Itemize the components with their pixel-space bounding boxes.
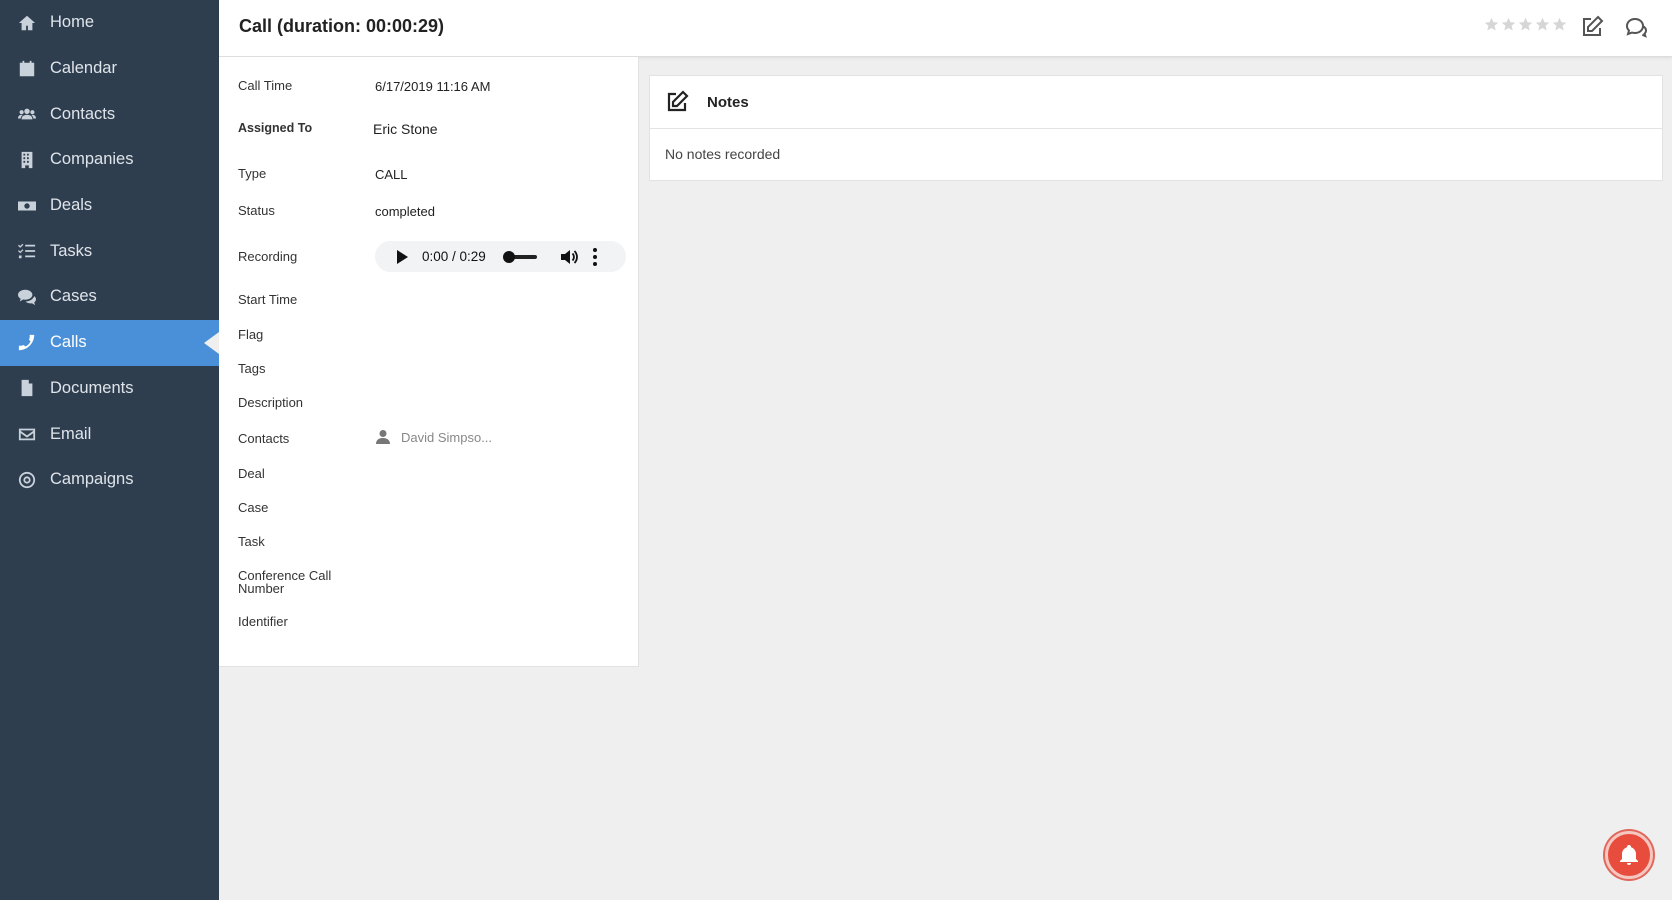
notes-empty-text: No notes recorded — [665, 146, 781, 162]
money-icon — [17, 196, 37, 216]
field-assigned-to: Assigned To Eric Stone — [238, 121, 628, 137]
home-icon — [17, 13, 37, 33]
star-icon[interactable] — [1552, 17, 1567, 32]
sidebar-item-deals[interactable]: Deals — [0, 183, 219, 229]
sidebar-item-companies[interactable]: Companies — [0, 137, 219, 183]
sidebar-item-label: Tasks — [50, 241, 93, 260]
audio-player: 0:00 / 0:29 — [375, 241, 626, 272]
field-label: Recording — [238, 249, 298, 264]
field-type: Type CALL — [238, 167, 628, 182]
sidebar-item-documents[interactable]: Documents — [0, 366, 219, 412]
field-label: Start Time — [238, 292, 298, 307]
target-icon — [17, 470, 37, 490]
sidebar-item-label: Calendar — [50, 59, 117, 78]
sidebar-item-email[interactable]: Email — [0, 411, 219, 457]
field-label: Conference Call Number — [238, 568, 332, 596]
notification-button[interactable] — [1605, 831, 1653, 879]
page-title: Call (duration: 00:00:29) — [239, 16, 445, 36]
field-conference-call-number: Conference Call Number — [238, 569, 628, 595]
notes-header: Notes — [650, 76, 1662, 129]
assigned-user[interactable]: Eric Stone — [373, 121, 438, 137]
sidebar-item-label: Email — [50, 424, 92, 443]
field-contacts: Contacts David Simpso... — [238, 429, 628, 446]
contact-name: David Simpso... — [401, 429, 493, 445]
edit-icon[interactable] — [1580, 15, 1604, 39]
star-icon[interactable] — [1484, 17, 1499, 32]
star-icon[interactable] — [1501, 17, 1516, 32]
file-icon — [17, 378, 37, 398]
field-label: Call Time — [238, 78, 293, 93]
field-flag: Flag — [238, 328, 628, 341]
header: Call (duration: 00:00:29) — [219, 0, 1672, 57]
chat-icon[interactable] — [1624, 15, 1648, 39]
sidebar-item-campaigns[interactable]: Campaigns — [0, 457, 219, 503]
field-start-time: Start Time — [238, 293, 628, 306]
seek-thumb[interactable] — [503, 250, 515, 263]
more-options-icon[interactable] — [591, 247, 599, 266]
calendar-icon — [17, 59, 37, 79]
field-description: Description — [238, 396, 628, 409]
volume-icon[interactable] — [559, 247, 579, 267]
sidebar: Home Calendar Contacts Companies Deals T… — [0, 0, 219, 900]
user-icon — [376, 430, 390, 444]
tasks-icon — [17, 241, 37, 261]
users-icon — [17, 104, 37, 124]
field-deal: Deal — [238, 467, 628, 480]
sidebar-item-label: Campaigns — [50, 470, 134, 489]
sidebar-item-tasks[interactable]: Tasks — [0, 228, 219, 274]
sidebar-item-label: Cases — [50, 287, 97, 306]
field-label: Flag — [238, 327, 264, 342]
field-tags: Tags — [238, 362, 628, 375]
building-icon — [17, 150, 37, 170]
sidebar-item-home[interactable]: Home — [0, 0, 219, 46]
rating-stars[interactable] — [1484, 17, 1567, 32]
field-value: 6/17/2019 11:16 AM — [375, 79, 491, 94]
field-label: Task — [238, 534, 265, 549]
field-label: Type — [238, 166, 267, 181]
sidebar-item-cases[interactable]: Cases — [0, 274, 219, 320]
sidebar-item-label: Documents — [50, 378, 134, 397]
star-icon[interactable] — [1518, 17, 1533, 32]
field-label: Identifier — [238, 614, 288, 629]
field-label: Case — [238, 500, 269, 515]
sidebar-item-label: Contacts — [50, 104, 116, 123]
sidebar-item-calls[interactable]: Calls — [0, 319, 219, 366]
phone-icon — [17, 333, 37, 353]
field-case: Case — [238, 501, 628, 514]
field-label: Contacts — [238, 431, 290, 446]
sidebar-item-label: Calls — [50, 333, 87, 352]
notes-panel: Notes No notes recorded — [649, 75, 1663, 181]
sidebar-item-contacts[interactable]: Contacts — [0, 91, 219, 137]
comments-icon — [17, 287, 37, 307]
sidebar-item-label: Deals — [50, 196, 93, 215]
star-icon[interactable] — [1535, 17, 1550, 32]
bell-icon — [1620, 845, 1638, 865]
field-label: Status — [238, 203, 275, 218]
field-value: CALL — [375, 167, 408, 182]
field-label: Assigned To — [238, 121, 313, 135]
call-details-panel: Call Time 6/17/2019 11:16 AM Assigned To… — [219, 57, 639, 667]
notes-title: Notes — [707, 93, 749, 111]
field-label: Description — [238, 395, 304, 410]
field-label: Deal — [238, 466, 265, 481]
field-status: Status completed — [238, 204, 628, 219]
field-label: Tags — [238, 361, 266, 376]
field-value: completed — [375, 204, 435, 219]
contact-link[interactable]: David Simpso... — [375, 429, 492, 445]
seek-slider[interactable] — [503, 250, 537, 263]
edit-icon[interactable] — [665, 90, 689, 114]
field-call-time: Call Time 6/17/2019 11:16 AM — [238, 79, 628, 94]
play-icon[interactable] — [395, 249, 409, 264]
envelope-icon — [17, 424, 37, 444]
audio-time: 0:00 / 0:29 — [422, 249, 486, 264]
sidebar-item-label: Home — [50, 13, 95, 32]
sidebar-item-label: Companies — [50, 150, 134, 169]
field-task: Task — [238, 535, 628, 548]
field-identifier: Identifier — [238, 615, 628, 628]
sidebar-item-calendar[interactable]: Calendar — [0, 46, 219, 92]
